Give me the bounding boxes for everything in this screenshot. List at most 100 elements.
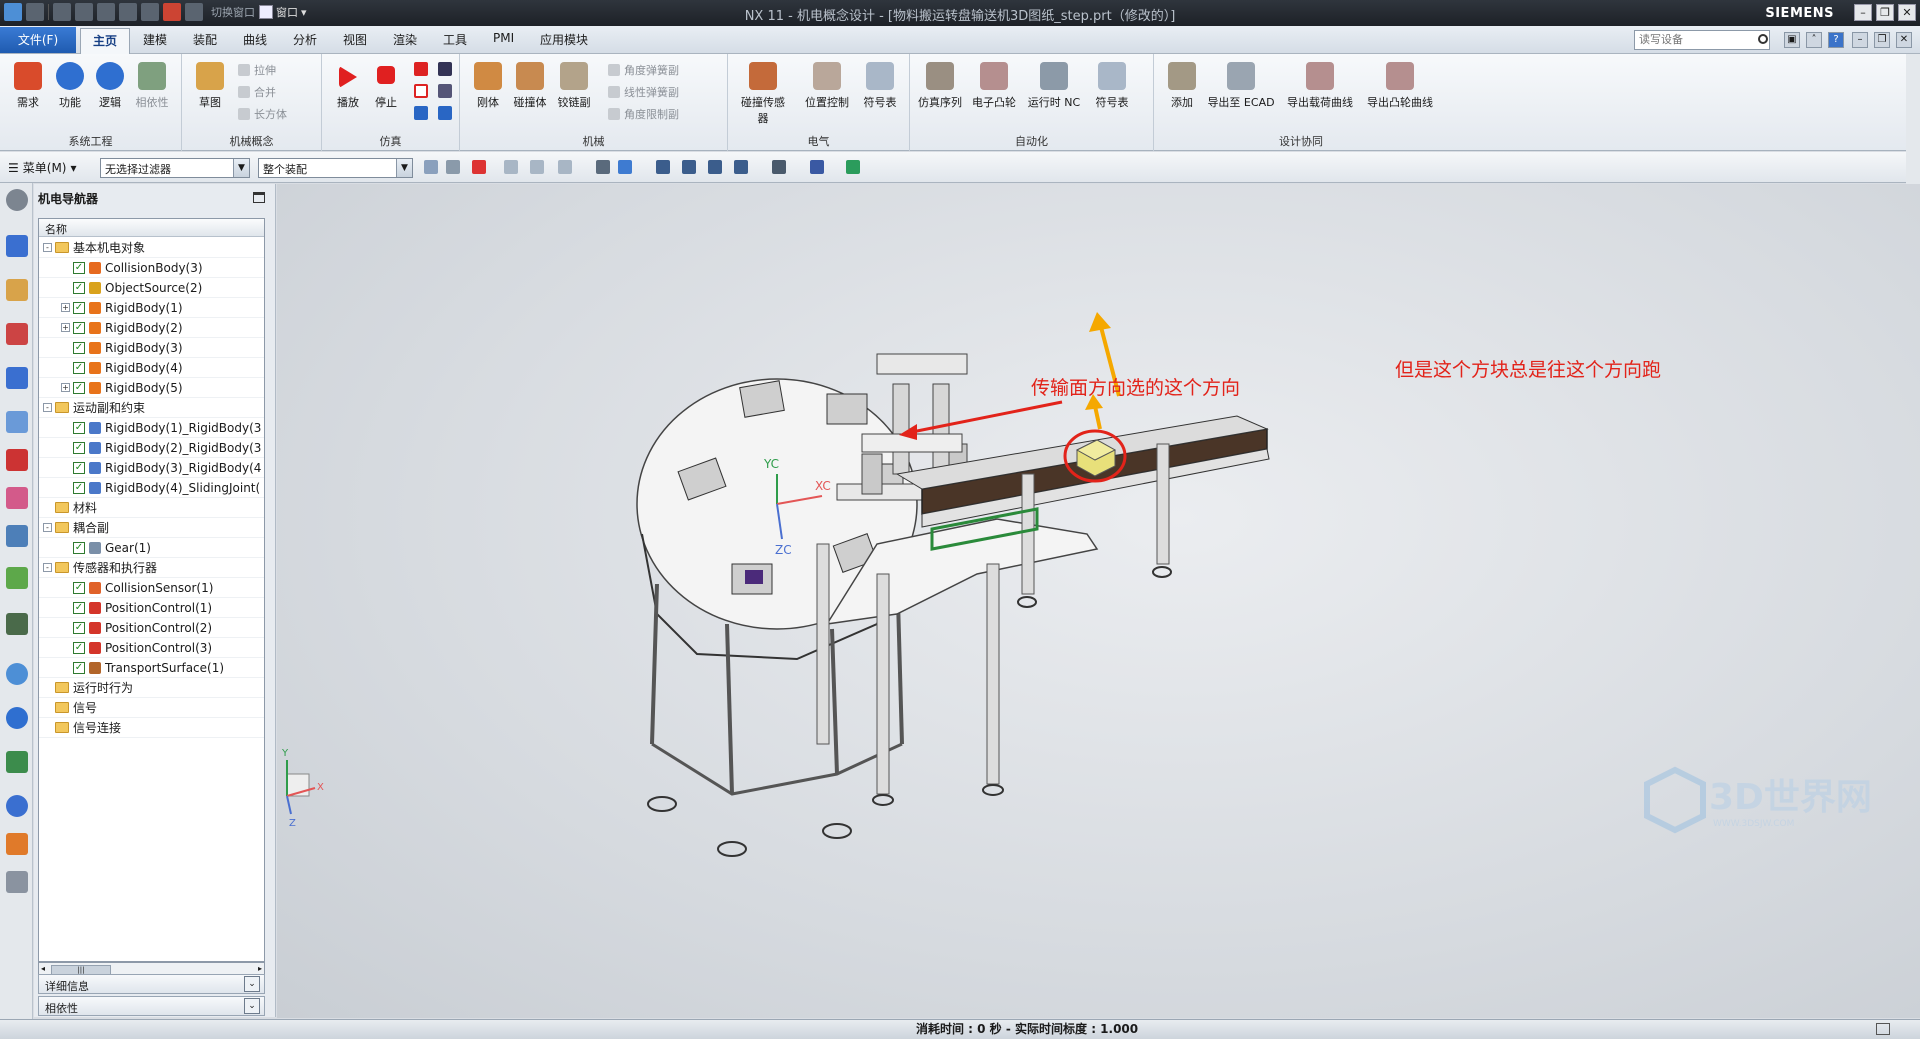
tree-item[interactable]: ✓ RigidBody(2)_RigidBody(3	[39, 438, 264, 458]
chevron-down-icon[interactable]: ▼	[233, 159, 249, 177]
doc-restore-button[interactable]: ❐	[1874, 32, 1890, 48]
history-icon[interactable]	[6, 525, 28, 547]
add-button[interactable]: 添加	[1162, 62, 1202, 110]
tree-item[interactable]: ✓ RigidBody(3)_RigidBody(4	[39, 458, 264, 478]
visibility-checkbox[interactable]: ✓	[73, 341, 85, 354]
model-canvas[interactable]: YC XC ZC 传输面方向选的这个方向 但是这个方块总是往这个方向跑 Y X …	[277, 184, 1920, 1018]
tab-modeling[interactable]: 建模	[143, 31, 167, 48]
step-icon[interactable]	[438, 62, 452, 76]
hinge-joint-button[interactable]: 铰链副	[554, 62, 594, 110]
visibility-checkbox[interactable]: ✓	[73, 361, 85, 374]
pause-icon[interactable]	[414, 84, 428, 98]
tree-folder[interactable]: - 传感器和执行器	[39, 558, 264, 578]
selection-filter-select[interactable]: 无选择过滤器 ▼	[100, 158, 250, 178]
collapse-icon[interactable]: -	[43, 243, 52, 252]
roles-icon[interactable]	[6, 833, 28, 855]
web-browser-icon[interactable]	[6, 663, 28, 685]
visibility-checkbox[interactable]: ✓	[73, 261, 85, 274]
display-mode-icon[interactable]	[772, 160, 786, 174]
restore-button[interactable]: ❐	[1876, 4, 1894, 21]
menu-dropdown[interactable]: ☰ 菜单(M) ▾	[8, 159, 77, 176]
dependency-button[interactable]: 相依性	[132, 62, 172, 110]
tree-item[interactable]: ✓ RigidBody(1)_RigidBody(3	[39, 418, 264, 438]
panel-close-icon[interactable]	[253, 192, 265, 203]
chevron-down-icon[interactable]: ⌄	[244, 976, 260, 992]
visibility-checkbox[interactable]: ✓	[73, 481, 85, 494]
export-ecad-button[interactable]: 导出至 ECAD	[1204, 62, 1278, 110]
collapse-icon[interactable]: -	[43, 523, 52, 532]
requirement-button[interactable]: 需求	[8, 62, 48, 110]
scroll-right-icon[interactable]: ▸	[258, 964, 262, 973]
export-load-profile-button[interactable]: 导出载荷曲线	[1282, 62, 1358, 110]
snapshot-icon[interactable]	[438, 84, 452, 98]
dependency-panel-header[interactable]: 相依性 ⌄	[38, 996, 265, 1016]
visibility-icon[interactable]	[6, 613, 28, 635]
visibility-checkbox[interactable]: ✓	[73, 621, 85, 634]
render-style-icon[interactable]	[596, 160, 610, 174]
tree-item[interactable]: ✓ ObjectSource(2)	[39, 278, 264, 298]
snap-center-icon[interactable]	[558, 160, 572, 174]
tree-item[interactable]: ✓ PositionControl(1)	[39, 598, 264, 618]
tree-folder[interactable]: - 耦合副	[39, 518, 264, 538]
play-button[interactable]: 播放	[328, 62, 368, 110]
tree-folder[interactable]: - 运动副和约束	[39, 398, 264, 418]
file-menu-button[interactable]: 文件(F)	[0, 27, 76, 53]
tree-item[interactable]: + ✓ RigidBody(1)	[39, 298, 264, 318]
runtime-nc-button[interactable]: 运行时 NC	[1022, 62, 1086, 110]
speed-icon[interactable]	[414, 106, 428, 120]
sensor-navigator-icon[interactable]	[6, 323, 28, 345]
tree-item[interactable]: + ✓ RigidBody(5)	[39, 378, 264, 398]
collision-body-button[interactable]: 碰撞体	[510, 62, 550, 110]
tab-analysis[interactable]: 分析	[293, 31, 317, 48]
stop-button[interactable]: 停止	[366, 62, 406, 110]
doc-minimize-button[interactable]: –	[1852, 32, 1868, 48]
fullscreen-icon[interactable]	[1876, 1023, 1890, 1035]
graphics-viewport[interactable]: YC XC ZC 传输面方向选的这个方向 但是这个方块总是往这个方向跑 Y X …	[277, 184, 1920, 1018]
tab-pmi[interactable]: PMI	[493, 31, 514, 45]
chevron-up-icon[interactable]: ˄	[1806, 32, 1822, 48]
tree-item[interactable]: ✓ TransportSurface(1)	[39, 658, 264, 678]
angular-spring-joint-button[interactable]: 角度弹簧副	[608, 62, 679, 78]
linear-spring-joint-button[interactable]: 线性弹簧副	[608, 84, 679, 100]
collapse-icon[interactable]: -	[43, 563, 52, 572]
rigid-body-button[interactable]: 刚体	[468, 62, 508, 110]
tab-tools[interactable]: 工具	[443, 31, 467, 48]
visibility-checkbox[interactable]: ✓	[73, 441, 85, 454]
angular-limit-joint-button[interactable]: 角度限制副	[608, 106, 679, 122]
fit-view-icon[interactable]	[656, 160, 670, 174]
record-icon[interactable]	[438, 106, 452, 120]
expand-icon[interactable]: +	[61, 323, 70, 332]
system-navigator-icon[interactable]	[6, 235, 28, 257]
doc-close-button[interactable]: ✕	[1896, 32, 1912, 48]
details-panel-header[interactable]: 详细信息 ⌄	[38, 974, 265, 994]
snap-icon[interactable]	[446, 160, 460, 174]
tab-assembly[interactable]: 装配	[193, 31, 217, 48]
tree-item[interactable]: ✓ CollisionBody(3)	[39, 258, 264, 278]
snap-point-icon[interactable]	[504, 160, 518, 174]
chevron-down-icon[interactable]: ⌄	[244, 998, 260, 1014]
symbol-table-button[interactable]: 符号表	[860, 62, 900, 110]
tree-item[interactable]: + ✓ RigidBody(2)	[39, 318, 264, 338]
minimize-button[interactable]: –	[1854, 4, 1872, 21]
electronic-cam-button[interactable]: 电子凸轮	[970, 62, 1018, 110]
part-navigator-icon[interactable]	[6, 367, 28, 389]
assembly-navigator-icon[interactable]	[6, 449, 28, 471]
tree-item[interactable]: ✓ PositionControl(2)	[39, 618, 264, 638]
tools-icon[interactable]	[6, 871, 28, 893]
sketch-button[interactable]: 草图	[190, 62, 230, 110]
logic-button[interactable]: 逻辑	[90, 62, 130, 110]
filter-icon[interactable]	[424, 160, 438, 174]
simulation-sequence-button[interactable]: 仿真序列	[916, 62, 964, 110]
visibility-checkbox[interactable]: ✓	[73, 641, 85, 654]
extrude-button[interactable]: 拉伸	[238, 62, 276, 78]
visibility-checkbox[interactable]: ✓	[73, 381, 85, 394]
process-studio-icon[interactable]	[6, 751, 28, 773]
rotate-icon[interactable]	[708, 160, 722, 174]
orient-view-icon[interactable]	[734, 160, 748, 174]
visibility-checkbox[interactable]: ✓	[73, 281, 85, 294]
collapse-icon[interactable]: -	[43, 403, 52, 412]
tree-folder[interactable]: 信号	[39, 698, 264, 718]
clock-icon[interactable]	[6, 795, 28, 817]
tab-home[interactable]: 主页	[80, 28, 130, 54]
tree-item[interactable]: ✓ CollisionSensor(1)	[39, 578, 264, 598]
